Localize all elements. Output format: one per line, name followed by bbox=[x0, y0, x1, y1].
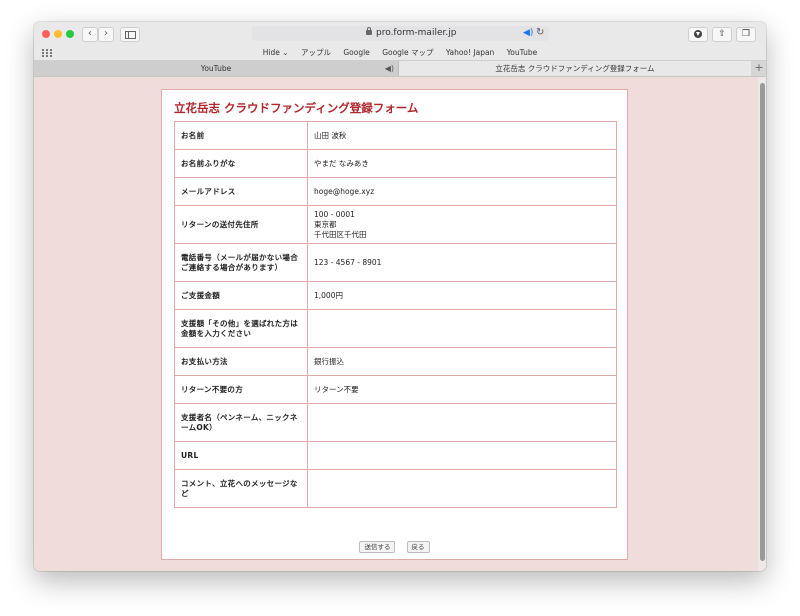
row-label: URL bbox=[174, 441, 308, 470]
row-value: リターン不要 bbox=[307, 375, 617, 404]
form-card: 立花岳志 クラウドファンディング登録フォーム お名前 山田 波秋 お名前ふりがな やま… bbox=[161, 89, 628, 560]
table-row: 電話番号（メールが届かない場合ご連絡する場合があります） 123 - 4567 -… bbox=[174, 243, 617, 282]
zoom-window-button[interactable] bbox=[66, 30, 74, 38]
table-row: 支援者名（ペンネーム、ニックネームOK） bbox=[174, 403, 617, 442]
table-row: リターンの送付先住所 100 - 0001 東京都 千代田区千代田 bbox=[174, 205, 617, 244]
form-title: 立花岳志 クラウドファンディング登録フォーム bbox=[174, 101, 419, 115]
close-window-button[interactable] bbox=[42, 30, 50, 38]
row-value bbox=[307, 309, 617, 348]
chevron-right-icon: › bbox=[104, 28, 108, 39]
value-line: 1,000円 bbox=[314, 290, 343, 300]
sidebar-icon bbox=[125, 31, 136, 39]
form-buttons: 送信する 戻る bbox=[162, 534, 627, 553]
speaker-icon[interactable]: ◀︎) bbox=[385, 61, 394, 76]
bookmark-google[interactable]: Google bbox=[343, 48, 369, 57]
value-line: 山田 波秋 bbox=[314, 130, 347, 140]
value-line: やまだ なみあき bbox=[314, 158, 369, 168]
scrollbar[interactable] bbox=[758, 77, 766, 571]
back-to-form-button[interactable]: 戻る bbox=[406, 541, 430, 553]
row-value: hoge@hoge.xyz bbox=[307, 177, 617, 206]
bookmark-google-maps[interactable]: Google マップ bbox=[382, 48, 433, 57]
table-row: お名前 山田 波秋 bbox=[174, 121, 617, 150]
row-label: メールアドレス bbox=[174, 177, 308, 206]
row-label: お名前ふりがな bbox=[174, 149, 308, 178]
value-line: 東京都 bbox=[314, 219, 337, 229]
browser-toolbar: ‹ › pro.form-mailer.jp ◀︎) ↻ ⇧ ❐ bbox=[34, 22, 766, 47]
value-line: 123 - 4567 - 8901 bbox=[314, 257, 382, 267]
row-label: お名前 bbox=[174, 121, 308, 150]
row-value: 123 - 4567 - 8901 bbox=[307, 243, 617, 282]
row-value: やまだ なみあき bbox=[307, 149, 617, 178]
tabs-overview-icon: ❐ bbox=[741, 29, 751, 39]
table-row: ご支援金額 1,000円 bbox=[174, 281, 617, 310]
row-value: 1,000円 bbox=[307, 281, 617, 310]
bookmark-youtube[interactable]: YouTube bbox=[507, 48, 538, 57]
audio-playing-icon[interactable]: ◀︎) bbox=[523, 28, 533, 38]
value-line: hoge@hoge.xyz bbox=[314, 186, 375, 196]
row-label: お支払い方法 bbox=[174, 347, 308, 376]
page-content: 立花岳志 クラウドファンディング登録フォーム お名前 山田 波秋 お名前ふりがな やま… bbox=[34, 77, 766, 571]
table-row: メールアドレス hoge@hoge.xyz bbox=[174, 177, 617, 206]
plus-icon: + bbox=[754, 61, 764, 74]
value-line: リターン不要 bbox=[314, 384, 359, 394]
tab-youtube[interactable]: YouTube ◀︎) bbox=[34, 61, 399, 76]
url-text: pro.form-mailer.jp bbox=[376, 28, 457, 38]
scrollbar-thumb[interactable] bbox=[760, 83, 765, 561]
table-row: お支払い方法 銀行振込 bbox=[174, 347, 617, 376]
table-row: お名前ふりがな やまだ なみあき bbox=[174, 149, 617, 178]
row-label: 支援者名（ペンネーム、ニックネームOK） bbox=[174, 403, 308, 442]
submit-button[interactable]: 送信する bbox=[359, 541, 396, 553]
bookmark-apple[interactable]: アップル bbox=[301, 48, 331, 57]
new-tab-button[interactable]: + bbox=[752, 61, 766, 76]
bookmarks-bar: Hide ⌄ アップル Google Google マップ Yahoo! Jap… bbox=[34, 46, 766, 61]
bookmark-yahoo-japan[interactable]: Yahoo! Japan bbox=[446, 48, 494, 57]
row-value: 100 - 0001 東京都 千代田区千代田 bbox=[307, 205, 617, 244]
forward-button[interactable]: › bbox=[98, 27, 114, 42]
downloads-button[interactable] bbox=[688, 27, 708, 42]
chevron-left-icon: ‹ bbox=[88, 28, 92, 39]
tab-label: YouTube bbox=[200, 64, 232, 73]
value-line: 銀行振込 bbox=[314, 356, 344, 366]
row-value bbox=[307, 469, 617, 508]
table-row: リターン不要の方 リターン不要 bbox=[174, 375, 617, 404]
bookmark-hide[interactable]: Hide ⌄ bbox=[263, 48, 289, 57]
row-value: 山田 波秋 bbox=[307, 121, 617, 150]
row-value bbox=[307, 403, 617, 442]
browser-window: ‹ › pro.form-mailer.jp ◀︎) ↻ ⇧ ❐ Hide ⌄ … bbox=[34, 22, 766, 571]
table-row: コメント、立花へのメッセージなど bbox=[174, 469, 617, 508]
address-bar[interactable]: pro.form-mailer.jp ◀︎) ↻ bbox=[252, 26, 549, 41]
back-button[interactable]: ‹ bbox=[82, 27, 98, 42]
value-line: 千代田区千代田 bbox=[314, 229, 367, 239]
row-label: リターン不要の方 bbox=[174, 375, 308, 404]
tab-bar: YouTube ◀︎) 立花岳志 クラウドファンディング登録フォーム + bbox=[34, 61, 766, 77]
reload-icon[interactable]: ↻ bbox=[536, 27, 544, 38]
table-row: 支援額「その他」を選ばれた方は金額を入力ください bbox=[174, 309, 617, 348]
lock-icon bbox=[366, 27, 372, 35]
value-line: 100 - 0001 bbox=[314, 209, 355, 219]
row-value bbox=[307, 441, 617, 470]
row-label: ご支援金額 bbox=[174, 281, 308, 310]
row-label: コメント、立花へのメッセージなど bbox=[174, 469, 308, 508]
tab-form[interactable]: 立花岳志 クラウドファンディング登録フォーム bbox=[399, 61, 751, 76]
confirmation-table: お名前 山田 波秋 お名前ふりがな やまだ なみあき メールアドレス hoge@hoge.… bbox=[174, 121, 617, 508]
minimize-window-button[interactable] bbox=[54, 30, 62, 38]
row-label: リターンの送付先住所 bbox=[174, 205, 308, 244]
show-tabs-button[interactable]: ❐ bbox=[736, 27, 756, 42]
row-label: 支援額「その他」を選ばれた方は金額を入力ください bbox=[174, 309, 308, 348]
share-button[interactable]: ⇧ bbox=[712, 27, 732, 42]
download-icon bbox=[694, 30, 702, 38]
tab-label: 立花岳志 クラウドファンディング登録フォーム bbox=[495, 64, 655, 73]
sidebar-toggle-button[interactable] bbox=[120, 27, 140, 42]
row-value: 銀行振込 bbox=[307, 347, 617, 376]
share-icon: ⇧ bbox=[718, 29, 726, 39]
table-row: URL bbox=[174, 441, 617, 470]
row-label: 電話番号（メールが届かない場合ご連絡する場合があります） bbox=[174, 243, 308, 282]
